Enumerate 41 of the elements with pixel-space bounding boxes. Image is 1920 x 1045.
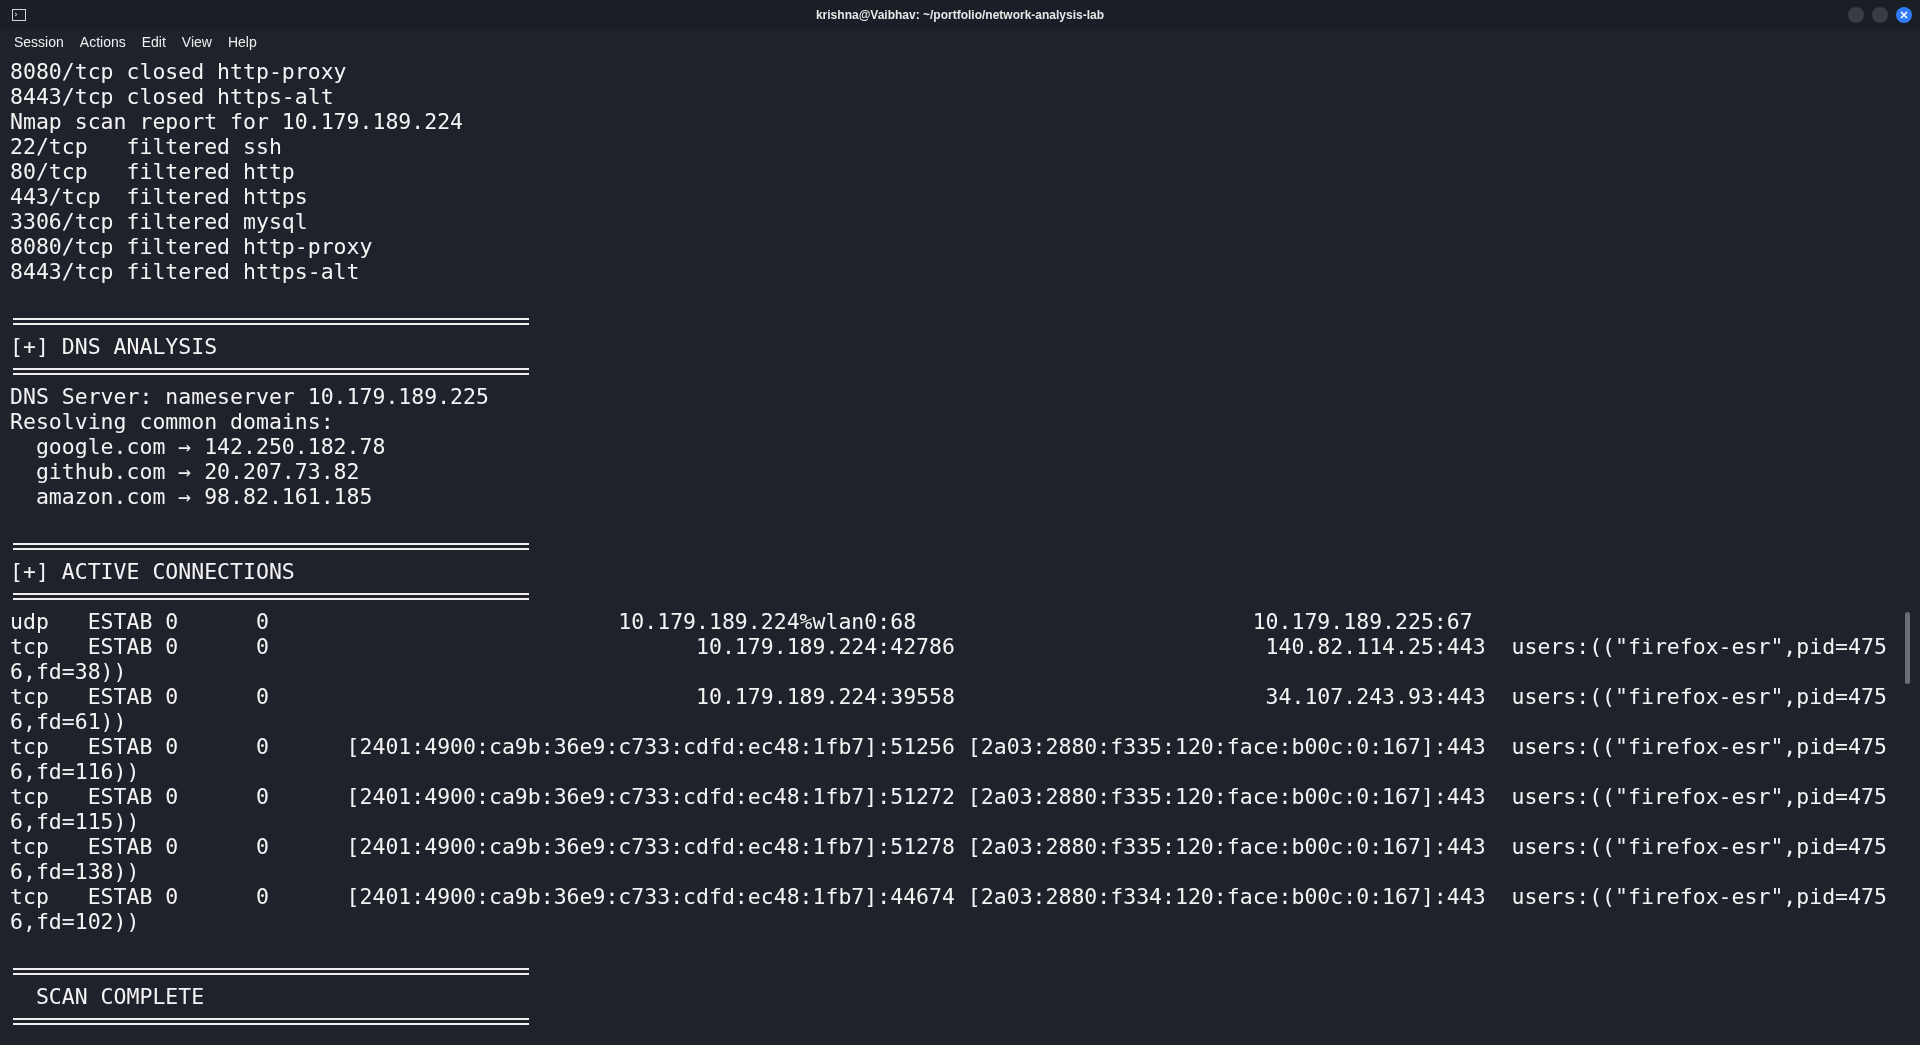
terminal-line: tcp ESTAB 0 0 [2401:4900:ca9b:36e9:c733:cdfd:ec48:1fb7]:51272 [2a03:2880:f335:120:face:b00c:0:167]:443 users:(("firefox-esr",pid=475 [10,784,1887,809]
terminal-line: DNS Server: nameserver 10.179.189.225 [10,384,489,409]
terminal-line: tcp ESTAB 0 0 [2401:4900:ca9b:36e9:c733:cdfd:ec48:1fb7]:51278 [2a03:2880:f335:120:face:b00c:0:167]:443 users:(("firefox-esr",pid=475 [10,834,1887,859]
terminal-line: 8443/tcp closed https-alt [10,84,334,109]
terminal-line: SCAN COMPLETE [34,984,205,1009]
terminal-line: 8080/tcp filtered http-proxy [10,234,373,259]
menu-item[interactable]: View [181,34,219,50]
terminal-line: [+] ACTIVE CONNECTIONS [10,559,295,584]
window-title: krishna@Vaibhav: ~/portfolio/network-analysis-lab [815,8,1105,22]
terminal-line: 8443/tcp filtered https-alt [10,259,360,284]
terminal-line: tcp ESTAB 0 0 10.179.189.224:39558 34.107.243.93:443 users:(("firefox-esr",pid=475 [10,684,1887,709]
terminal-line: tcp ESTAB 0 0 [2401:4900:ca9b:36e9:c733:cdfd:ec48:1fb7]:51256 [2a03:2880:f335:120:face:b00c:0:167]:443 users:(("firefox-esr",pid=475 [10,734,1887,759]
maximize-button[interactable] [1872,7,1888,23]
terminal-line: 8080/tcp closed http-proxy [10,59,347,84]
terminal-line: 6,fd=115)) [10,809,140,834]
menu-item[interactable]: Help [227,34,264,50]
terminal-icon [12,9,26,21]
terminal-line: github.com → 20.207.73.82 [34,459,360,484]
terminal-line: 80/tcp filtered http [10,159,295,184]
terminal-line: 6,fd=102)) [10,909,140,934]
terminal-line: 6,fd=116)) [10,759,140,784]
terminal-line: [+] DNS ANALYSIS [10,334,218,359]
close-button[interactable] [1896,7,1912,23]
scrollbar-thumb[interactable] [1905,612,1910,684]
terminal-line: google.com → 142.250.182.78 [34,434,386,459]
menu-item[interactable]: Edit [141,34,173,50]
terminal-line: 6,fd=138)) [10,859,140,884]
terminal-line: Nmap scan report for 10.179.189.224 [10,109,464,134]
terminal-line: tcp ESTAB 0 0 10.179.189.224:42786 140.82.114.25:443 users:(("firefox-esr",pid=475 [10,634,1887,659]
terminal-line: udp ESTAB 0 0 10.179.189.224%wlan0:68 10.179.189.225:67 [10,609,1473,634]
menu-item[interactable]: Actions [79,34,133,50]
terminal-line: tcp ESTAB 0 0 [2401:4900:ca9b:36e9:c733:cdfd:ec48:1fb7]:44674 [2a03:2880:f334:120:face:b00c:0:167]:443 users:(("firefox-esr",pid=475 [10,884,1887,909]
terminal-line: 6,fd=61)) [10,709,127,734]
terminal-line: 3306/tcp filtered mysql [10,209,308,234]
terminal-line: 6,fd=38)) [10,659,127,684]
minimize-button[interactable] [1848,7,1864,23]
terminal-line: amazon.com → 98.82.161.185 [34,484,373,509]
terminal-line: 22/tcp filtered ssh [10,134,282,159]
terminal-line: Resolving common domains: [10,409,334,434]
menu-item[interactable]: Session [14,34,71,50]
terminal-line: 443/tcp filtered https [10,184,308,209]
